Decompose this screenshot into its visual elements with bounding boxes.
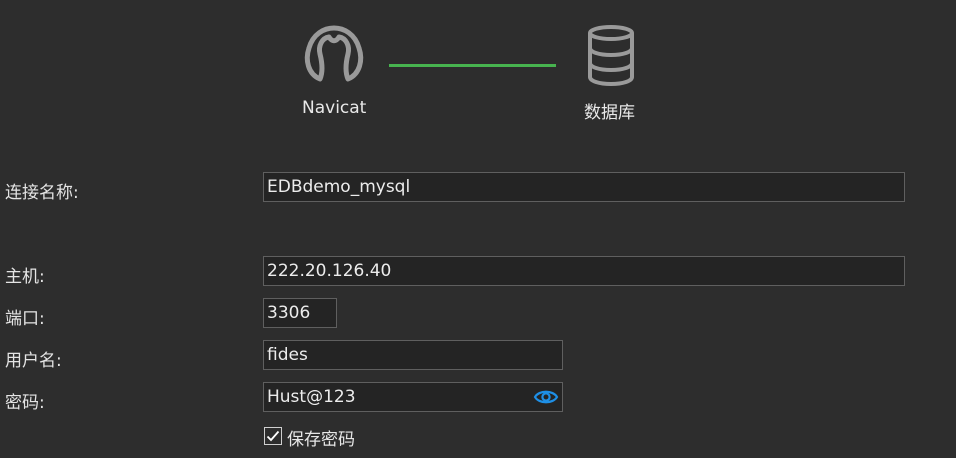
username-label: 用户名: [5,351,62,371]
connection-name-label: 连接名称: [5,183,79,203]
connection-dialog: Navicat 数据库 连接名称: EDBdemo_mysql 主机: 222.… [0,0,956,458]
save-password-label[interactable]: 保存密码 [287,425,355,450]
host-input[interactable]: 222.20.126.40 [263,256,905,286]
password-input[interactable]: Hust@123 [263,382,563,412]
database-label: 数据库 [584,103,635,123]
checkmark-icon [266,430,280,442]
database-icon [588,25,634,86]
host-label: 主机: [5,267,45,287]
connection-name-input[interactable]: EDBdemo_mysql [263,172,905,202]
navicat-logo-icon [304,25,364,82]
password-label: 密码: [5,393,45,413]
username-input[interactable]: fides [263,340,563,370]
save-password-checkbox[interactable] [264,427,282,445]
eye-icon[interactable] [533,387,559,407]
connection-line [389,64,556,67]
port-label: 端口: [5,309,45,329]
password-value: Hust@123 [267,387,356,407]
navicat-label: Navicat [302,98,367,118]
port-input[interactable]: 3306 [263,298,337,328]
